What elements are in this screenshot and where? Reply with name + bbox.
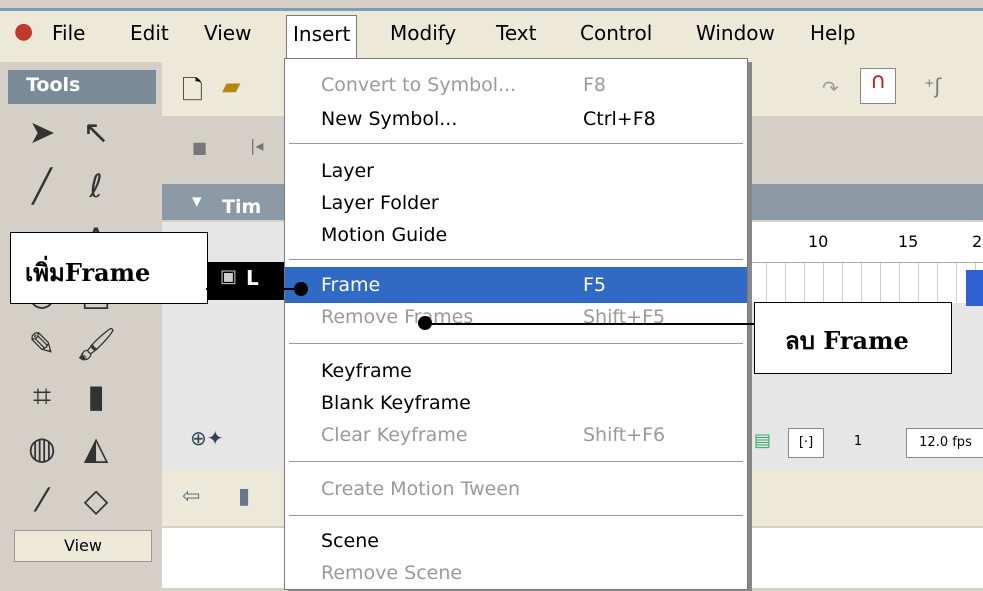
menu-item-blank-keyframe[interactable]: Blank Keyframe bbox=[285, 385, 747, 421]
rewind-icon[interactable]: |◂ bbox=[250, 136, 263, 155]
tools-panel-header: Tools bbox=[8, 70, 156, 104]
menu-item-layer-folder[interactable]: Layer Folder bbox=[285, 185, 747, 221]
ink-bottle-tool-icon[interactable]: ◍ bbox=[18, 426, 66, 470]
add-frame-callout-text: เพิ่มFrame bbox=[25, 258, 151, 287]
menu-item-layer[interactable]: Layer bbox=[285, 153, 747, 189]
smooth-icon[interactable]: ⁺ʃ bbox=[924, 74, 941, 98]
add-layer-icon[interactable]: ⊕✦ bbox=[190, 426, 224, 450]
open-file-icon[interactable]: ▰ bbox=[222, 72, 240, 100]
menu-item-motion-guide[interactable]: Motion Guide bbox=[285, 217, 747, 253]
menu-insert[interactable]: Insert bbox=[286, 15, 358, 60]
tools-title: Tools bbox=[26, 74, 81, 96]
menu-item-clear-keyframe[interactable]: Clear Keyframe Shift+F6 bbox=[285, 417, 747, 453]
edit-multiple-frames-icon[interactable]: [·] bbox=[788, 428, 824, 458]
timeline-footer: ▤ [·] 1 12.0 fps bbox=[748, 420, 983, 464]
scene-icon[interactable]: ▮ bbox=[238, 484, 250, 509]
back-arrow-icon[interactable]: ⇦ bbox=[182, 484, 200, 509]
menu-item-remove-frames[interactable]: Remove Frames Shift+F5 bbox=[285, 299, 747, 335]
menu-item-create-motion-tween[interactable]: Create Motion Tween bbox=[285, 471, 747, 507]
free-transform-tool-icon[interactable]: ⌗ bbox=[18, 374, 66, 418]
menu-item-new-symbol[interactable]: New Symbol... Ctrl+F8 bbox=[285, 101, 747, 137]
lasso-tool-icon[interactable]: ℓ bbox=[72, 164, 120, 208]
timeline-title: ▾ Tim bbox=[192, 190, 262, 218]
onion-skin-icon[interactable]: ▤ bbox=[754, 430, 771, 451]
remove-frame-pointer-dot bbox=[418, 316, 432, 330]
menu-window[interactable]: Window bbox=[696, 21, 775, 45]
menu-item-scene[interactable]: Scene bbox=[285, 523, 747, 559]
app-icon: ● bbox=[14, 19, 34, 44]
ruler-label: 10 bbox=[808, 232, 829, 251]
add-frame-pointer-line bbox=[206, 288, 302, 290]
pencil-tool-icon[interactable]: ✎ bbox=[18, 322, 66, 366]
remove-frame-callout-text: ลบ Frame bbox=[785, 326, 909, 355]
menu-view[interactable]: View bbox=[204, 21, 251, 45]
eyedropper-tool-icon[interactable]: ⁄ bbox=[18, 478, 66, 522]
menu-item-convert-to-symbol[interactable]: Convert to Symbol... F8 bbox=[285, 67, 747, 103]
layer-icon: ▣ bbox=[220, 266, 238, 287]
remove-frame-callout: ลบ Frame bbox=[754, 302, 952, 374]
view-section-label: View bbox=[14, 530, 152, 562]
menu-item-remove-scene[interactable]: Remove Scene bbox=[285, 555, 747, 591]
menu-edit[interactable]: Edit bbox=[130, 21, 169, 45]
menu-control[interactable]: Control bbox=[580, 21, 652, 45]
redo-icon[interactable]: ↷ bbox=[822, 76, 839, 100]
ruler-label: 2 bbox=[972, 232, 983, 251]
arrow-tool-icon[interactable]: ➤ bbox=[18, 110, 66, 154]
menu-help[interactable]: Help bbox=[810, 21, 856, 45]
menu-modify[interactable]: Modify bbox=[390, 21, 456, 45]
brush-tool-icon[interactable]: 🖌 bbox=[72, 322, 120, 366]
paint-bucket-tool-icon[interactable]: ◭ bbox=[72, 426, 120, 470]
menu-item-frame[interactable]: Frame F5 bbox=[285, 267, 747, 303]
menu-separator bbox=[289, 515, 743, 516]
remove-frame-pointer-line bbox=[426, 323, 762, 325]
menu-file[interactable]: File bbox=[52, 21, 85, 45]
line-tool-icon[interactable]: ╱ bbox=[18, 164, 66, 208]
frame-rate: 12.0 fps bbox=[906, 428, 983, 458]
layer-name: L bbox=[246, 266, 259, 290]
menu-text[interactable]: Text bbox=[496, 21, 536, 45]
snap-magnet-icon[interactable]: ∩ bbox=[860, 68, 896, 104]
current-frame-number: 1 bbox=[853, 434, 863, 449]
eraser-tool-icon[interactable]: ◇ bbox=[72, 478, 120, 522]
subselect-tool-icon[interactable]: ↖ bbox=[72, 110, 120, 154]
new-file-icon[interactable]: 🗋 bbox=[182, 72, 203, 116]
timeline-ruler: 10 15 2 bbox=[748, 222, 983, 263]
menu-separator bbox=[289, 259, 743, 260]
menu-separator bbox=[289, 143, 743, 144]
menu-bar: ● File Edit View Insert Modify Text Cont… bbox=[0, 8, 983, 63]
fill-transform-tool-icon[interactable]: ▮ bbox=[72, 374, 120, 418]
add-frame-pointer-dot bbox=[294, 282, 308, 296]
ruler-label: 15 bbox=[898, 232, 919, 251]
menu-separator bbox=[289, 461, 743, 462]
current-frame-marker[interactable] bbox=[966, 270, 983, 306]
stop-icon[interactable]: ■ bbox=[192, 138, 207, 157]
add-frame-callout: เพิ่มFrame bbox=[10, 232, 208, 304]
menu-separator bbox=[289, 343, 743, 344]
menu-item-keyframe[interactable]: Keyframe bbox=[285, 353, 747, 389]
frame-cells[interactable] bbox=[748, 263, 983, 303]
